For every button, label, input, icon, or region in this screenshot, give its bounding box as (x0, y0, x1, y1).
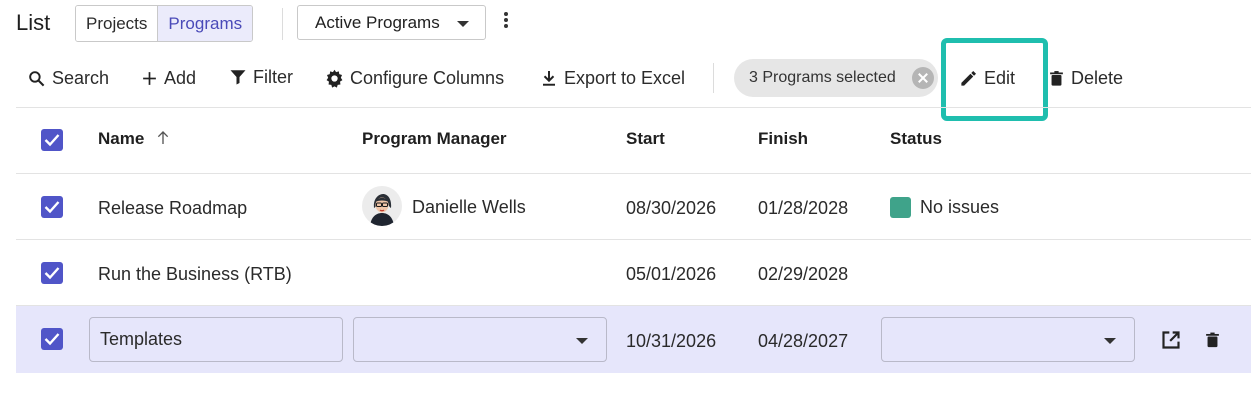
external-link-icon[interactable] (1161, 330, 1181, 350)
name-input-value: Templates (100, 329, 183, 349)
column-header-name[interactable]: Name (98, 129, 171, 149)
row-start: 08/30/2026 (626, 198, 717, 218)
row-divider (16, 173, 1251, 174)
plus-icon (143, 71, 156, 85)
trash-icon[interactable] (1204, 330, 1221, 350)
configure-columns-button[interactable]: Configure Columns (325, 62, 504, 94)
download-icon (543, 70, 555, 86)
configure-columns-label: Configure Columns (350, 67, 505, 88)
column-header-manager[interactable]: Program Manager (362, 129, 507, 149)
row-start: 05/01/2026 (626, 264, 717, 284)
tab-programs[interactable]: Programs (157, 6, 253, 41)
column-name-label: Name (98, 129, 145, 148)
row-divider (16, 239, 1251, 240)
row-finish: 02/29/2028 (758, 264, 849, 284)
selection-label: 3 Programs selected (749, 69, 896, 86)
selection-chip: 3 Programs selected (734, 59, 938, 97)
arrow-up-icon (157, 131, 169, 144)
tab-projects[interactable]: Projects (76, 6, 158, 41)
edit-button[interactable]: Edit (959, 62, 1015, 94)
export-label: Export to Excel (564, 67, 686, 88)
export-button[interactable]: Export to Excel (540, 62, 685, 94)
add-label: Add (164, 67, 197, 88)
column-header-finish[interactable]: Finish (758, 129, 808, 149)
view-select[interactable]: Active Programs (297, 5, 486, 40)
avatar (362, 186, 402, 226)
column-header-status[interactable]: Status (890, 129, 942, 149)
pencil-icon (961, 70, 977, 86)
add-button[interactable]: Add (141, 62, 196, 94)
row-start[interactable]: 10/31/2026 (626, 331, 716, 352)
search-button[interactable]: Search (27, 62, 109, 94)
row-checkbox[interactable] (41, 196, 63, 218)
caret-down-icon (576, 338, 588, 344)
row-checkbox[interactable] (41, 262, 63, 284)
status-select[interactable] (881, 317, 1135, 362)
row-name[interactable]: Release Roadmap (98, 198, 247, 219)
filter-button[interactable]: Filter (229, 61, 293, 93)
trash-icon (1050, 70, 1063, 86)
view-select-label: Active Programs (315, 12, 440, 32)
manager-select[interactable] (353, 317, 607, 362)
gear-icon (326, 69, 343, 88)
header-divider (282, 8, 283, 40)
caret-down-icon (457, 21, 469, 27)
row-finish[interactable]: 04/28/2027 (758, 331, 848, 352)
row-name[interactable]: Run the Business (RTB) (98, 264, 292, 285)
delete-button[interactable]: Delete (1048, 62, 1123, 94)
status-indicator (890, 197, 911, 218)
name-input[interactable]: Templates (89, 317, 343, 362)
filter-icon (230, 70, 246, 85)
row-status: No issues (920, 197, 1000, 217)
row-finish: 01/28/2028 (758, 198, 849, 218)
list-type-toggle: Projects Programs (75, 5, 254, 42)
column-header-start[interactable]: Start (626, 129, 665, 149)
row-manager: Danielle Wells (412, 197, 526, 217)
more-options-icon[interactable] (500, 12, 512, 34)
select-all-checkbox[interactable] (41, 129, 63, 151)
page-title: List (16, 10, 51, 35)
clear-selection-icon[interactable] (912, 67, 934, 89)
toolbar-divider (713, 63, 714, 93)
edit-label: Edit (984, 67, 1016, 88)
caret-down-icon (1104, 338, 1116, 344)
grid-top-border (16, 107, 1251, 108)
filter-label: Filter (253, 66, 293, 87)
row-checkbox[interactable] (41, 328, 63, 350)
search-label: Search (52, 67, 110, 88)
delete-label: Delete (1071, 67, 1124, 88)
search-icon (29, 70, 45, 86)
